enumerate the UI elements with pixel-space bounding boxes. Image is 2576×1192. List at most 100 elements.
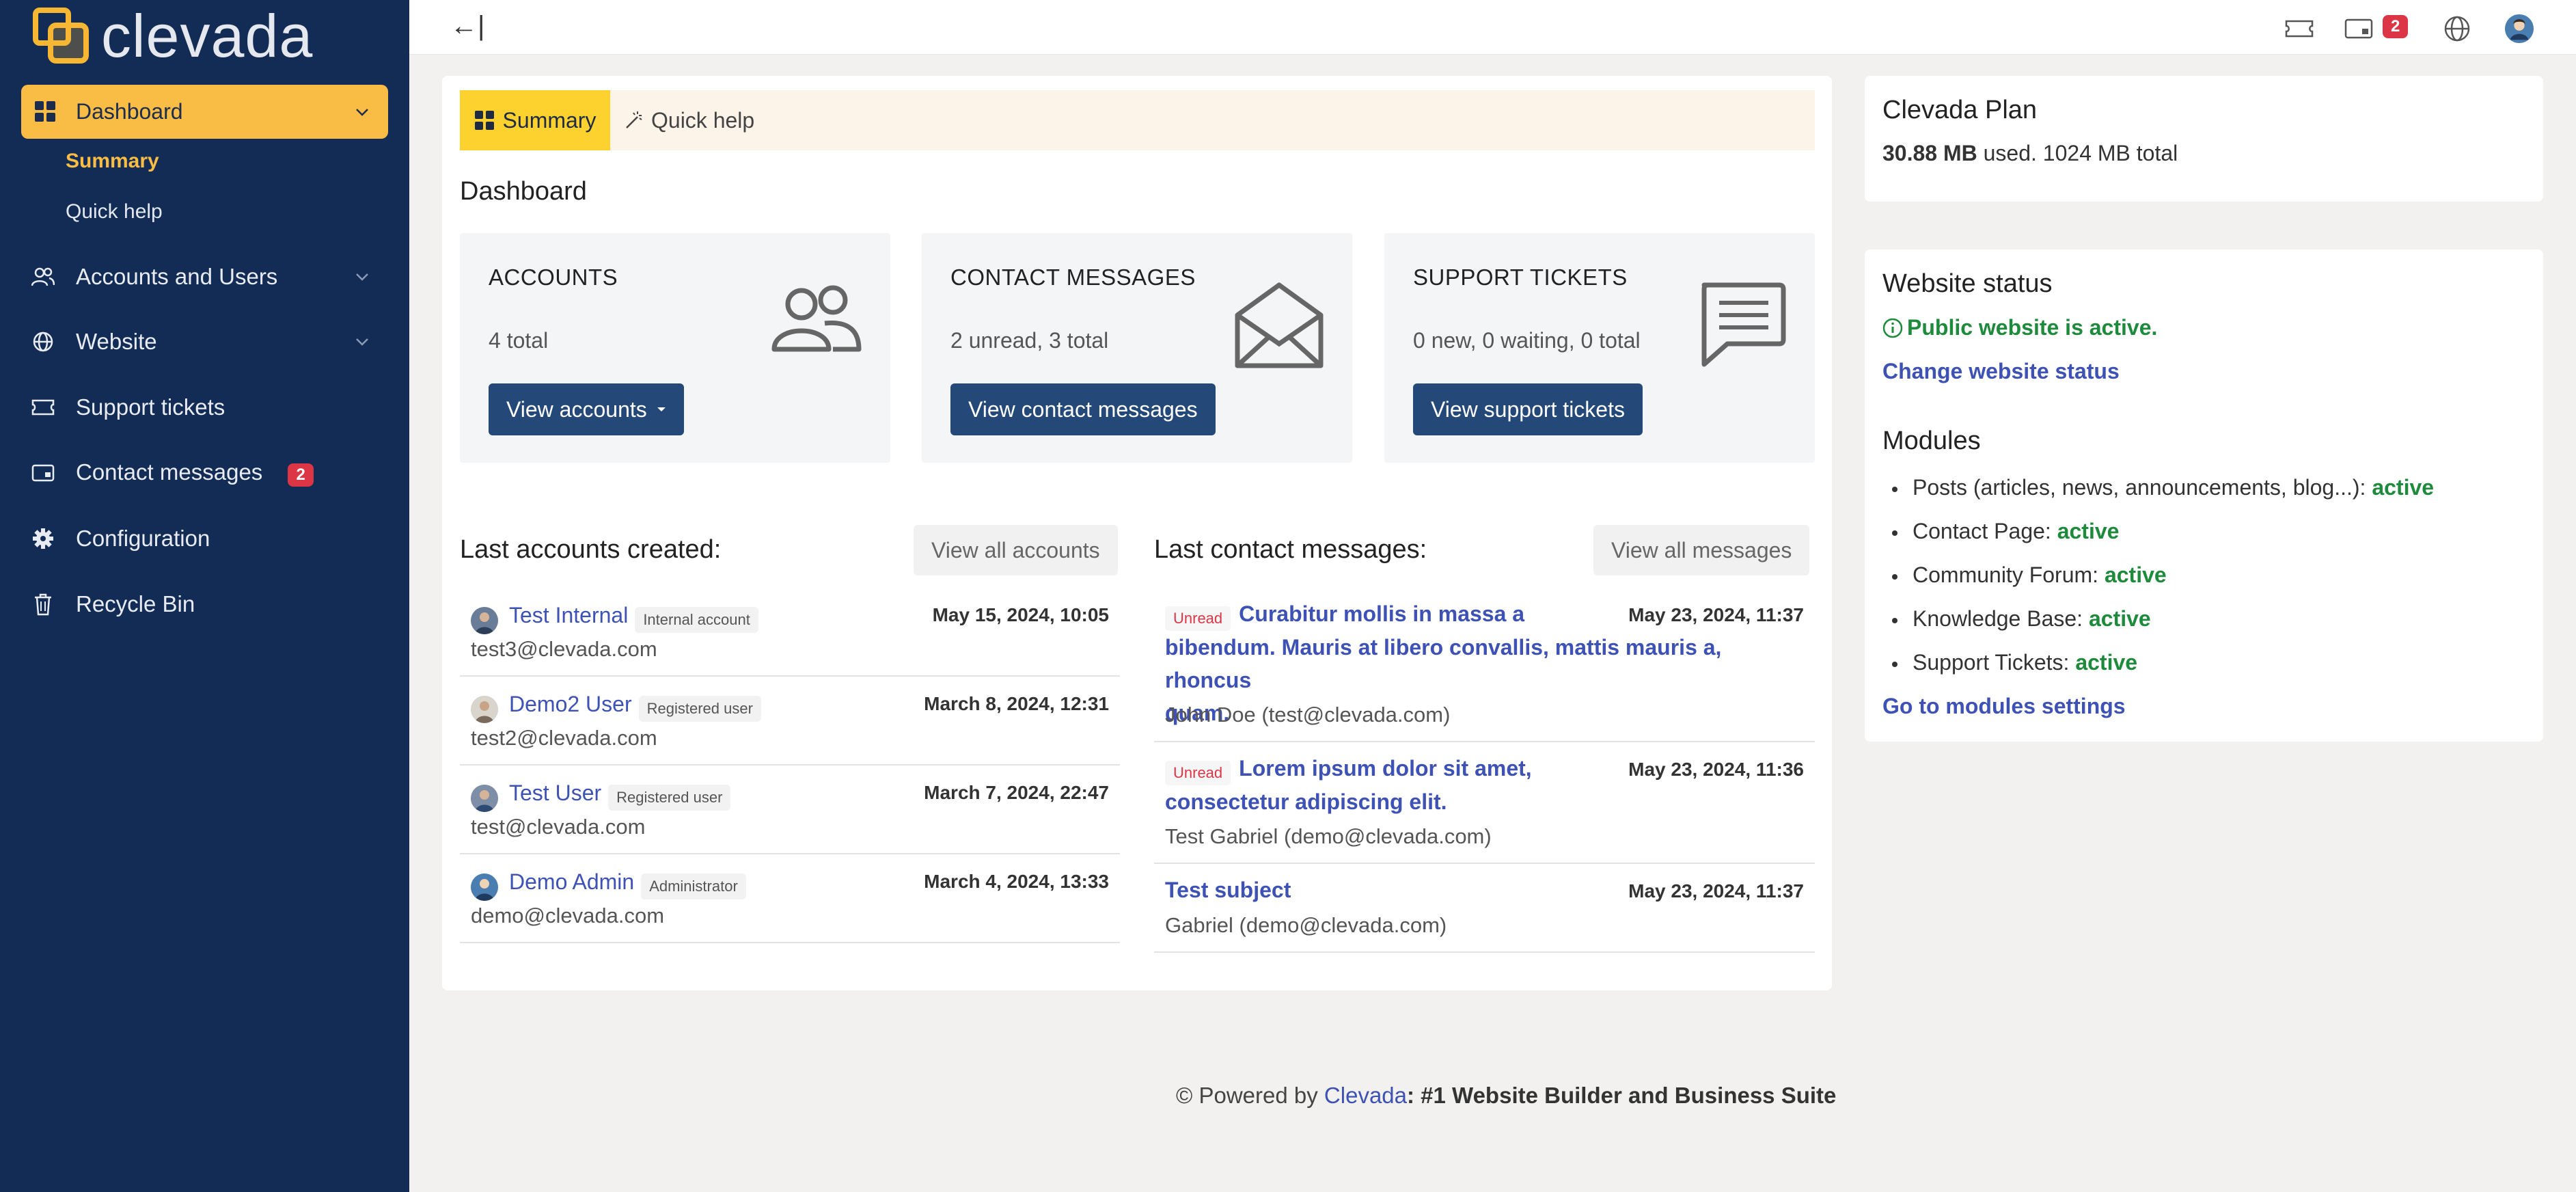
module-item: Community Forum: active bbox=[1892, 563, 2167, 588]
info-icon bbox=[1882, 318, 1903, 338]
view-accounts-button[interactable]: View accounts bbox=[489, 383, 684, 435]
last-accounts-title: Last accounts created: bbox=[460, 535, 722, 564]
sidebar-item-dashboard[interactable]: Dashboard bbox=[21, 85, 388, 139]
account-email: test3@clevada.com bbox=[471, 637, 657, 661]
account-name-link[interactable]: Demo Admin bbox=[509, 869, 634, 894]
sidebar-item-recycle-bin[interactable]: Recycle Bin bbox=[21, 580, 388, 628]
message-subject-link[interactable]: Curabitur mollis in massa a bbox=[1239, 601, 1524, 626]
footer-prefix: © Powered by bbox=[1176, 1083, 1318, 1108]
tab-quick-help[interactable]: Quick help bbox=[624, 90, 754, 150]
chevron-down-icon bbox=[356, 338, 368, 346]
stat-count: 0 new, 0 waiting, 0 total bbox=[1413, 328, 1641, 353]
role-badge: Administrator bbox=[641, 873, 746, 899]
module-status: active bbox=[2057, 519, 2120, 543]
sidebar-item-label: Contact messages 2 bbox=[76, 459, 314, 487]
view-all-messages-button[interactable]: View all messages bbox=[1593, 525, 1810, 575]
account-date: March 8, 2024, 12:31 bbox=[924, 693, 1109, 714]
message-subject-link[interactable]: consectetur adipiscing elit. bbox=[1165, 785, 1807, 818]
account-email: demo@clevada.com bbox=[471, 904, 665, 927]
message-sender: Test Gabriel (demo@clevada.com) bbox=[1165, 824, 1492, 848]
message-row: Unread Lorem ipsum dolor sit amet, consec… bbox=[1154, 742, 1815, 864]
collapse-sidebar-button[interactable]: ←| bbox=[450, 11, 484, 42]
unread-badge: Unread bbox=[1165, 760, 1231, 785]
dashboard-panel: Summary Quick help Dashboard ACCOUNTS 4 … bbox=[442, 76, 1832, 990]
chevron-down-icon bbox=[356, 273, 368, 281]
stat-count: 2 unread, 3 total bbox=[950, 328, 1109, 353]
plan-total: used. 1024 MB total bbox=[1983, 141, 2178, 165]
sidebar-subitem-quick-help[interactable]: Quick help bbox=[66, 200, 163, 224]
message-date: May 23, 2024, 11:36 bbox=[1628, 759, 1804, 780]
logo[interactable]: clevada bbox=[33, 1, 314, 70]
sidebar-item-label: Accounts and Users bbox=[76, 264, 278, 289]
message-date: May 23, 2024, 11:37 bbox=[1628, 604, 1804, 625]
page-title: Dashboard bbox=[460, 177, 587, 206]
support-tickets-stat-card: SUPPORT TICKETS 0 new, 0 waiting, 0 tota… bbox=[1384, 233, 1815, 463]
globe-icon[interactable] bbox=[2442, 14, 2472, 44]
module-status: active bbox=[2075, 650, 2138, 675]
tab-label: Quick help bbox=[651, 107, 755, 133]
view-support-tickets-button[interactable]: View support tickets bbox=[1413, 383, 1643, 435]
accounts-stat-card: ACCOUNTS 4 total View accounts bbox=[460, 233, 890, 463]
plan-usage: 30.88 MB used. 1024 MB total bbox=[1882, 141, 2178, 166]
message-date: May 23, 2024, 11:37 bbox=[1628, 880, 1804, 902]
module-item: Support Tickets: active bbox=[1892, 650, 2137, 675]
footer-tagline: : #1 Website Builder and Business Suite bbox=[1407, 1083, 1837, 1108]
change-website-status-link[interactable]: Change website status bbox=[1882, 359, 2120, 384]
avatar bbox=[471, 785, 498, 812]
message-subject-link[interactable]: Test subject bbox=[1165, 878, 1291, 902]
gear-icon bbox=[31, 526, 55, 551]
sidebar-item-accounts[interactable]: Accounts and Users bbox=[21, 253, 388, 301]
website-status-title: Website status bbox=[1882, 269, 2053, 298]
account-row: Demo2 User Registered user test2@clevada.… bbox=[460, 677, 1120, 766]
button-label: View accounts bbox=[506, 396, 647, 422]
role-badge: Registered user bbox=[608, 784, 731, 811]
message-subject-link[interactable]: bibendum. Mauris at libero convallis, ma… bbox=[1165, 631, 1807, 696]
contact-messages-stat-card: CONTACT MESSAGES 2 unread, 3 total View … bbox=[922, 233, 1352, 463]
user-avatar[interactable] bbox=[2504, 14, 2534, 44]
module-status: active bbox=[2104, 563, 2167, 587]
module-status: active bbox=[2372, 475, 2435, 500]
modules-settings-link[interactable]: Go to modules settings bbox=[1882, 694, 2126, 719]
caret-down-icon bbox=[657, 407, 666, 411]
avatar bbox=[471, 873, 498, 901]
ticket-icon[interactable] bbox=[2284, 14, 2314, 44]
sidebar-item-label: Configuration bbox=[76, 526, 210, 551]
dashboard-grid-icon bbox=[474, 111, 494, 130]
account-date: May 15, 2024, 10:05 bbox=[932, 604, 1109, 625]
account-name-link[interactable]: Test User bbox=[509, 781, 601, 805]
tab-summary[interactable]: Summary bbox=[460, 90, 610, 150]
view-contact-messages-button[interactable]: View contact messages bbox=[950, 383, 1216, 435]
account-date: March 7, 2024, 22:47 bbox=[924, 782, 1109, 803]
avatar bbox=[471, 696, 498, 723]
message-icon[interactable] bbox=[2344, 14, 2374, 44]
footer-brand-link[interactable]: Clevada bbox=[1324, 1083, 1407, 1108]
chevron-down-icon bbox=[356, 109, 368, 116]
envelope-open-icon bbox=[1235, 282, 1324, 368]
sidebar-item-support-tickets[interactable]: Support tickets bbox=[21, 383, 388, 431]
sidebar-item-website[interactable]: Website bbox=[21, 318, 388, 366]
message-sender: Gabriel (demo@clevada.com) bbox=[1165, 913, 1447, 937]
sidebar-item-configuration[interactable]: Configuration bbox=[21, 515, 388, 563]
account-email: test2@clevada.com bbox=[471, 726, 657, 750]
stat-title: CONTACT MESSAGES bbox=[950, 265, 1196, 290]
dashboard-grid-icon bbox=[35, 101, 55, 122]
role-badge: Internal account bbox=[635, 606, 758, 633]
ticket-icon bbox=[31, 395, 55, 420]
account-name-link[interactable]: Demo2 User bbox=[509, 692, 632, 716]
view-all-accounts-button[interactable]: View all accounts bbox=[914, 525, 1118, 575]
message-subject-link[interactable]: Lorem ipsum dolor sit amet, bbox=[1239, 756, 1532, 781]
website-status-text: Public website is active. bbox=[1882, 315, 2157, 340]
globe-icon bbox=[31, 329, 55, 354]
sidebar-item-label: Website bbox=[76, 329, 157, 354]
account-row: Demo Admin Administrator demo@clevada.com… bbox=[460, 854, 1120, 943]
tab-bar: Summary Quick help bbox=[460, 90, 1815, 150]
sidebar-item-contact-messages[interactable]: Contact messages 2 bbox=[21, 449, 388, 497]
message-row: Test subject Gabriel (demo@clevada.com) … bbox=[1154, 864, 1815, 953]
sidebar: clevada Dashboard Summary Quick help Acc… bbox=[0, 0, 409, 1192]
stat-title: ACCOUNTS bbox=[489, 265, 618, 290]
account-email: test@clevada.com bbox=[471, 815, 646, 839]
sidebar-subitem-summary[interactable]: Summary bbox=[66, 150, 159, 173]
account-name-link[interactable]: Test Internal bbox=[509, 603, 628, 627]
website-status-card: Website status Public website is active.… bbox=[1865, 249, 2543, 742]
logo-text: clevada bbox=[101, 1, 314, 70]
